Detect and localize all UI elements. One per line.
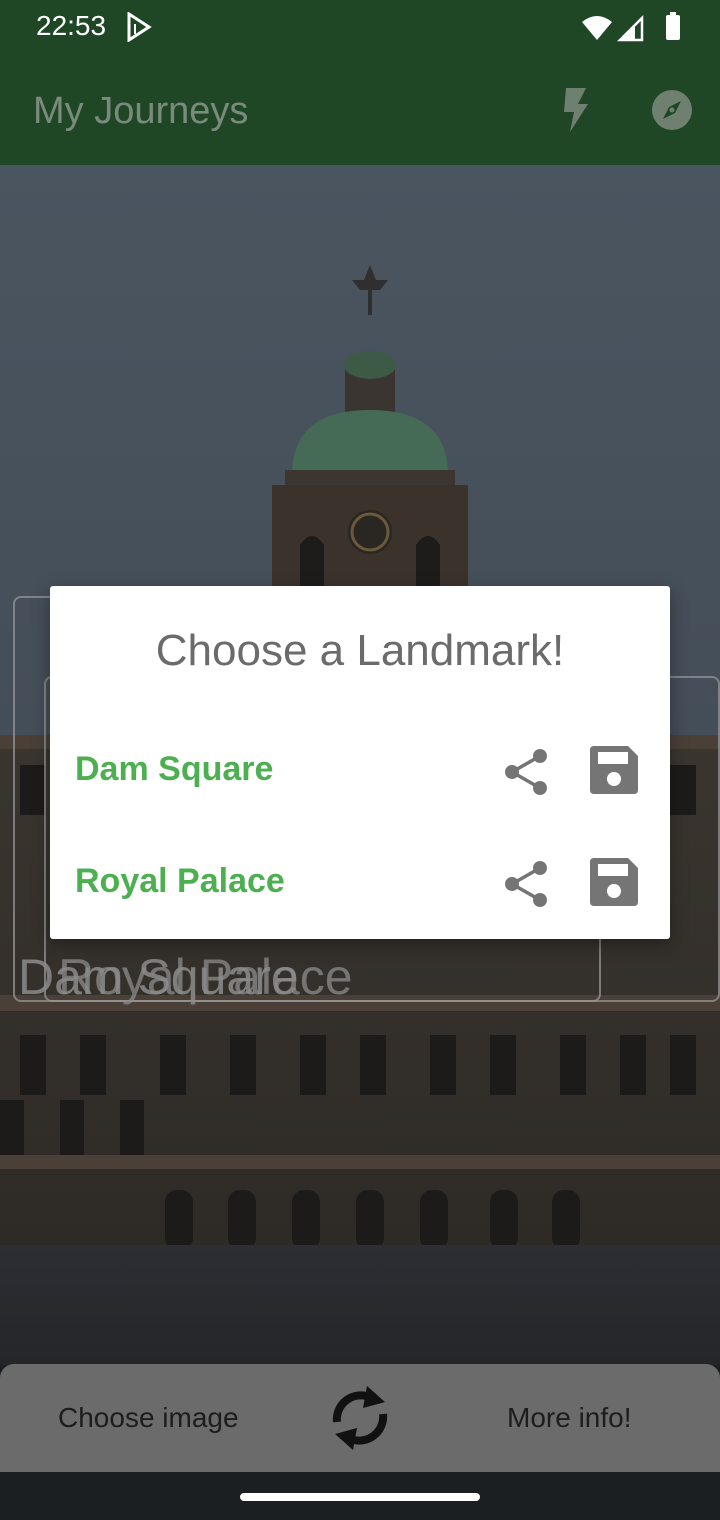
dialog-title: Choose a Landmark! — [155, 626, 565, 675]
status-time: 22:53 — [36, 10, 107, 41]
landmark-label[interactable]: Royal Palace — [75, 862, 285, 901]
save-icon[interactable] — [586, 856, 640, 910]
refresh-icon[interactable] — [323, 1378, 397, 1458]
landmark-row-royal-palace[interactable]: Royal Palace — [50, 836, 670, 932]
bottom-action-bar: Choose image More info! — [0, 1364, 720, 1472]
app-title: My Journeys — [33, 90, 249, 132]
compass-icon[interactable] — [650, 88, 694, 132]
choose-landmark-dialog: Choose a Landmark! Dam Square Royal Pala… — [50, 586, 670, 939]
landmark-row-dam-square[interactable]: Dam Square — [50, 724, 670, 820]
landmark-label[interactable]: Dam Square — [75, 750, 273, 789]
status-bar: 22:53 — [0, 0, 720, 56]
play-store-icon — [127, 12, 152, 42]
share-icon[interactable] — [500, 746, 552, 798]
choose-image-button[interactable]: Choose image — [58, 1402, 239, 1434]
system-nav-bar — [0, 1472, 720, 1520]
wifi-icon — [582, 16, 612, 40]
app-bar: My Journeys — [0, 56, 720, 165]
more-info-button[interactable]: More info! — [507, 1402, 632, 1434]
detection-label-royal-palace: Royal Palace — [58, 949, 353, 1005]
save-icon[interactable] — [586, 744, 640, 798]
battery-icon — [666, 12, 680, 40]
signal-icon — [616, 14, 644, 42]
share-icon[interactable] — [500, 858, 552, 910]
flash-icon[interactable] — [558, 86, 594, 134]
home-gesture-handle[interactable] — [240, 1493, 480, 1501]
status-icons — [582, 12, 680, 42]
